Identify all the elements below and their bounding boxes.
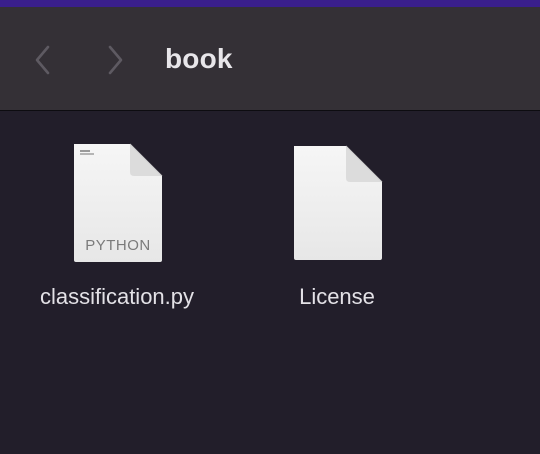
chevron-left-icon xyxy=(35,45,50,75)
file-item-classification-py[interactable]: PYTHON classification.py xyxy=(17,142,217,310)
file-browser-content: PYTHON classification.py License xyxy=(0,112,540,454)
file-label: License xyxy=(299,284,375,309)
blank-document-icon[interactable] xyxy=(290,142,384,264)
python-file-icon[interactable]: PYTHON xyxy=(70,142,164,264)
python-badge: PYTHON xyxy=(85,237,151,254)
chevron-right-icon xyxy=(108,45,123,75)
window-title: book xyxy=(165,43,233,74)
window-top-strip xyxy=(0,0,540,7)
file-label: classification.py xyxy=(39,284,195,309)
back-button[interactable] xyxy=(30,45,56,75)
file-item-license[interactable]: License xyxy=(237,142,437,310)
finder-toolbar: book xyxy=(0,7,540,111)
forward-button[interactable] xyxy=(102,45,128,75)
